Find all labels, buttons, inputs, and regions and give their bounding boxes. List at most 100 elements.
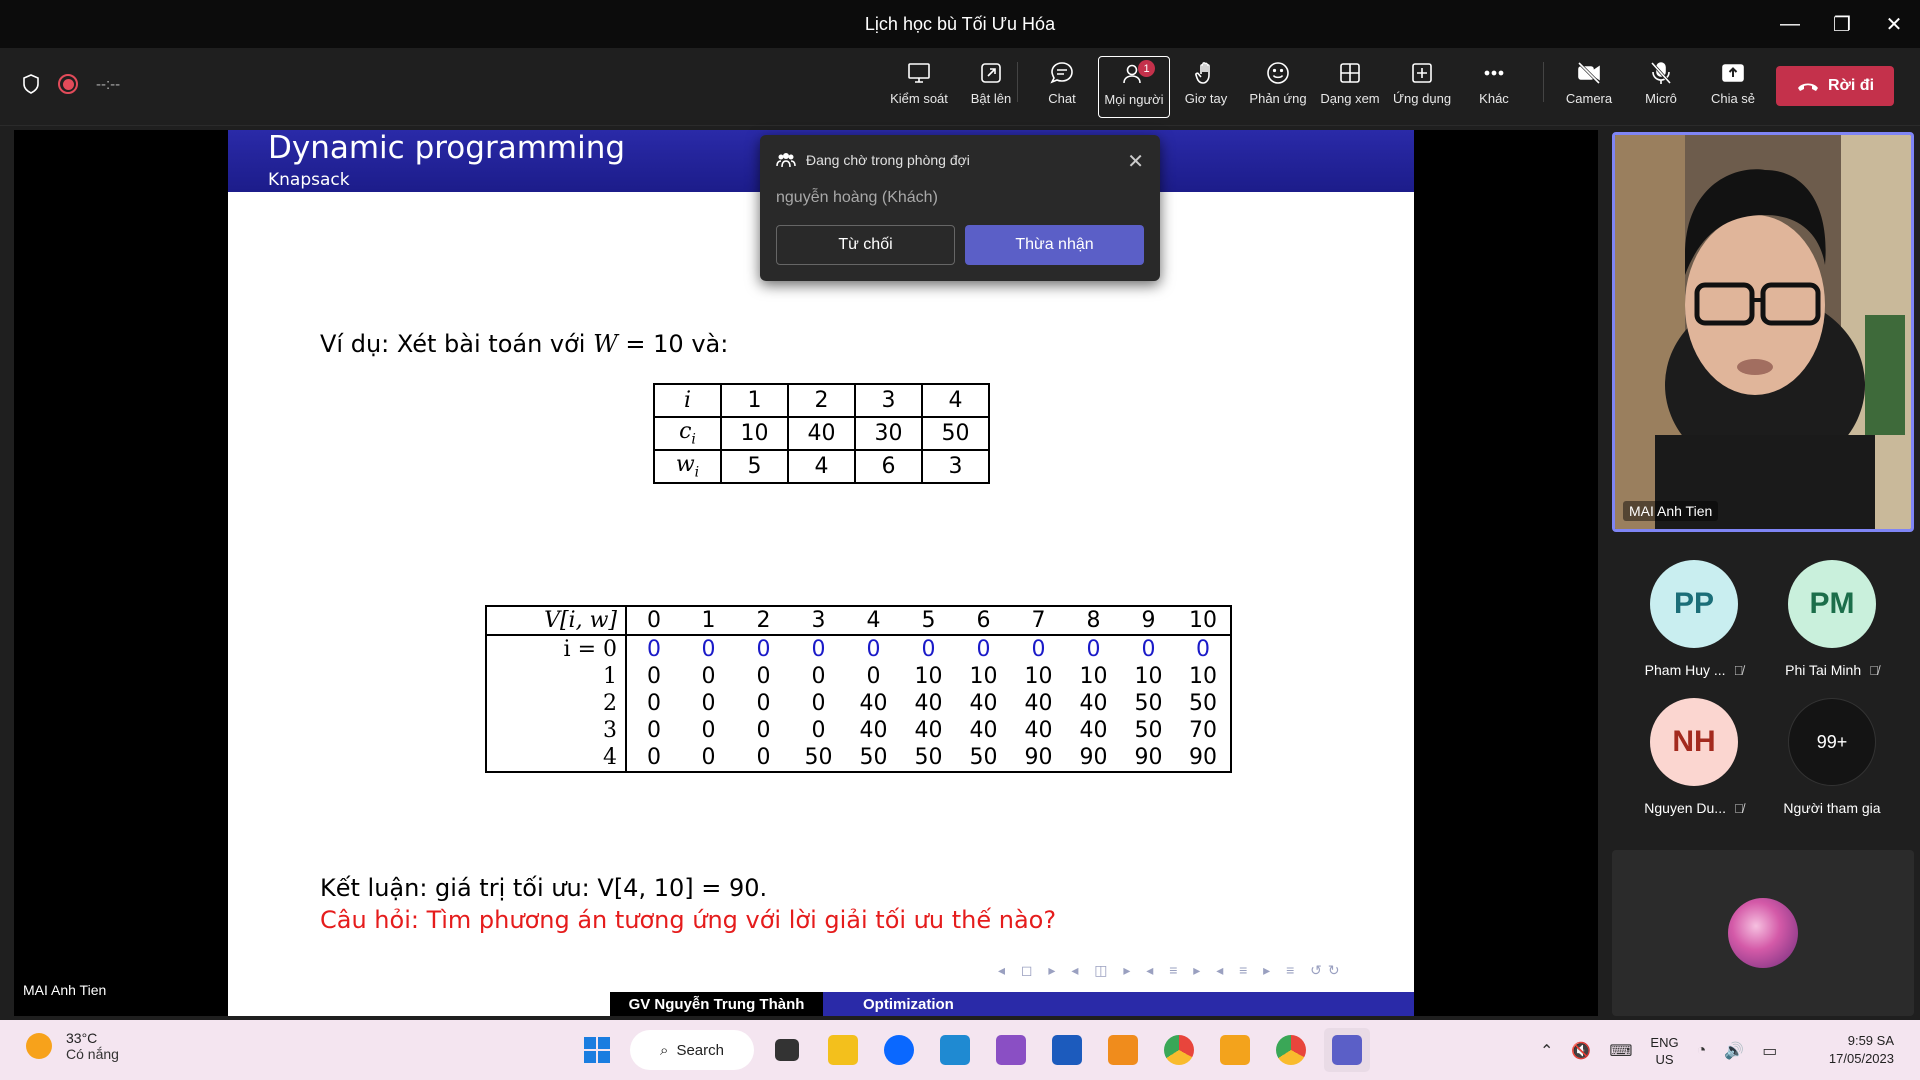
apps-label: Ứng dụng — [1392, 91, 1452, 106]
clock-time: 9:59 SA — [1847, 1033, 1894, 1048]
example-var: W — [593, 330, 618, 358]
window-controls: — ❐ ✕ — [1764, 0, 1920, 48]
start-button[interactable] — [574, 1028, 620, 1072]
presenter-video-frame — [1615, 135, 1911, 529]
dp-column-header: 9 — [1121, 606, 1176, 636]
dp-cell: 0 — [756, 745, 771, 770]
slide-title: Dynamic programming — [268, 130, 626, 166]
meeting-status: --:-- — [22, 74, 120, 94]
toolbar-divider — [1543, 62, 1544, 102]
foxit-app[interactable] — [1100, 1028, 1146, 1072]
dp-cell: 10 — [969, 664, 998, 689]
mic-muted-icon[interactable]: 🔇 — [1571, 1041, 1591, 1061]
participant-name-row: Phi Tai Minh 🎙̸ — [1785, 662, 1879, 678]
reactions-label: Phản ứng — [1249, 91, 1307, 106]
dp-cell: 50 — [1189, 691, 1217, 716]
wifi-icon[interactable]: ◔ — [1697, 1042, 1707, 1060]
chat-button[interactable]: Chat — [1026, 56, 1098, 118]
dp-row: 1 0 0 0 0 0 10 10 10 10 10 10 — [486, 663, 1231, 690]
participant-tile[interactable]: PP Pham Huy ... 🎙̸ — [1624, 560, 1764, 700]
dp-cell: 0 — [756, 637, 771, 662]
participant-tile[interactable]: NH Nguyen Du... 🎙̸ — [1624, 698, 1764, 838]
participant-name: Pham Huy ... — [1644, 662, 1726, 678]
dp-header-row: V[i, w] 0 1 2 3 4 5 6 7 8 9 10 — [486, 606, 1231, 636]
file-explorer-app[interactable] — [820, 1028, 866, 1072]
weather-widget[interactable]: 33°C Có nắng — [26, 1030, 119, 1062]
dp-cell: 70 — [1189, 718, 1217, 743]
zalo-app[interactable] — [876, 1028, 922, 1072]
more-button[interactable]: Khác — [1458, 56, 1530, 118]
apps-button[interactable]: Ứng dụng — [1386, 56, 1458, 118]
avatar: NH — [1650, 698, 1738, 786]
volume-icon[interactable]: 🔊 — [1724, 1041, 1744, 1061]
chrome-profile-app[interactable] — [1268, 1028, 1314, 1072]
raise-hand-button[interactable]: Giơ tay — [1170, 56, 1242, 118]
participant-tile[interactable]: PM Phi Tai Minh 🎙̸ — [1762, 560, 1902, 700]
dp-cell: 40 — [969, 691, 998, 716]
task-view-app[interactable] — [764, 1028, 810, 1072]
close-icon[interactable]: ✕ — [1127, 149, 1144, 174]
more-participants-tile[interactable]: 99+ Người tham gia — [1762, 698, 1902, 838]
dp-row-label: 4 — [486, 744, 627, 772]
avatar: 99+ — [1788, 698, 1876, 786]
control-button[interactable]: Kiểm soát — [883, 56, 955, 118]
dp-cell: 50 — [859, 745, 888, 770]
presenter-video[interactable]: MAI Anh Tien — [1612, 132, 1914, 532]
language-indicator[interactable]: ENG US — [1650, 1034, 1678, 1068]
admit-button[interactable]: Thừa nhận — [965, 225, 1144, 265]
word-app[interactable] — [1044, 1028, 1090, 1072]
items-table: i 1 2 3 4 ci 10 40 30 50 wi 5 4 6 3 — [653, 383, 990, 484]
items-cell: 6 — [854, 449, 923, 484]
more-icon — [1484, 70, 1504, 76]
dp-cell: 0 — [921, 637, 936, 662]
items-cell: 4 — [921, 383, 990, 418]
chevron-up-icon[interactable]: ⌃ — [1540, 1041, 1553, 1061]
teams-app[interactable] — [1324, 1028, 1370, 1072]
chrome-app[interactable] — [1156, 1028, 1202, 1072]
dp-cell: 0 — [647, 637, 661, 662]
toolbar-group-1: Kiểm soát Bật lên — [883, 56, 1027, 118]
people-waiting-icon — [776, 153, 796, 168]
mic-off-icon: 🎙̸ — [1733, 662, 1744, 678]
search-box[interactable]: ⌕ Search — [630, 1030, 754, 1070]
clock[interactable]: 9:59 SA 17/05/2023 — [1829, 1032, 1894, 1068]
dp-cell: 0 — [866, 637, 881, 662]
dp-column-header: 10 — [1176, 606, 1231, 636]
vscode-app[interactable] — [932, 1028, 978, 1072]
leave-button[interactable]: Rời đi — [1776, 66, 1894, 106]
close-icon[interactable]: ✕ — [1868, 0, 1920, 48]
weather-text: 33°C Có nắng — [66, 1030, 119, 1062]
self-view-tile[interactable] — [1612, 850, 1914, 1016]
items-row-head: i — [653, 383, 722, 418]
dp-cell: 50 — [804, 745, 833, 770]
dp-column-header: 0 — [626, 606, 681, 636]
people-button[interactable]: 1 Mọi người — [1098, 56, 1170, 118]
dp-cell: 40 — [914, 691, 943, 716]
lang-bottom: US — [1655, 1052, 1674, 1067]
dp-cell: 40 — [859, 718, 888, 743]
items-cell: 4 — [787, 449, 856, 484]
minimize-icon[interactable]: — — [1764, 0, 1816, 48]
dp-row: 3 0 0 0 0 40 40 40 40 40 50 70 — [486, 717, 1231, 744]
presenter-label: MAI Anh Tien — [23, 982, 107, 998]
camera-button[interactable]: Camera — [1553, 56, 1625, 118]
view-button[interactable]: Dạng xem — [1314, 56, 1386, 118]
keyboard-icon[interactable]: ⌨ — [1609, 1041, 1632, 1061]
dp-cell: 40 — [859, 691, 888, 716]
snipping-tool-app[interactable] — [1212, 1028, 1258, 1072]
example-statement: Ví dụ: Xét bài toán với W = 10 và: — [320, 330, 728, 358]
reactions-icon — [1267, 62, 1289, 84]
reactions-button[interactable]: Phản ứng — [1242, 56, 1314, 118]
mic-button[interactable]: Micrô — [1625, 56, 1697, 118]
battery-icon[interactable]: ▭ — [1762, 1041, 1777, 1061]
dp-cell: 40 — [969, 718, 998, 743]
deny-button[interactable]: Từ chối — [776, 225, 955, 265]
dp-cell: 0 — [756, 664, 771, 689]
taskbar-apps: ⌕ Search — [574, 1028, 1370, 1072]
lobby-person: nguyễn hoàng (Khách) — [776, 189, 938, 206]
visual-studio-app[interactable] — [988, 1028, 1034, 1072]
dp-column-header: 6 — [956, 606, 1011, 636]
presenter-video-name: MAI Anh Tien — [1623, 501, 1719, 521]
share-button[interactable]: Chia sẻ — [1697, 56, 1769, 118]
restore-icon[interactable]: ❐ — [1816, 0, 1868, 48]
